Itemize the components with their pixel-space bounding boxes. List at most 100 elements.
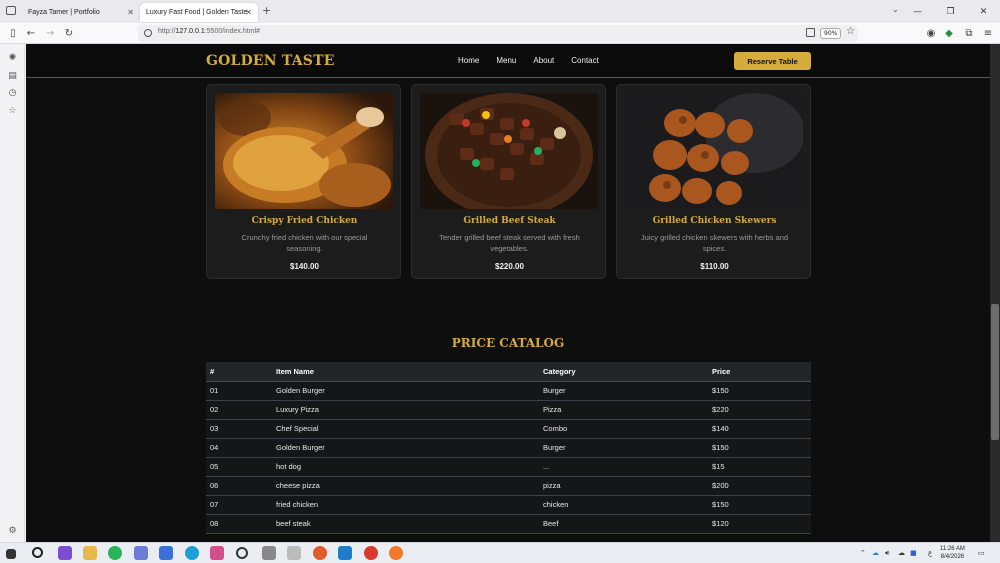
page-scrollbar[interactable]: [990, 44, 1000, 542]
store-icon[interactable]: [159, 546, 173, 560]
table-row: 08 beef steak Beef $120: [206, 514, 811, 534]
back-icon[interactable]: ←: [24, 26, 38, 40]
restore-icon[interactable]: ❐: [934, 0, 967, 23]
bookmarks-icon[interactable]: ☆: [7, 105, 18, 116]
card-price: $220.00: [495, 262, 524, 271]
sidebar-toggle-icon[interactable]: ▯: [6, 26, 20, 40]
header-category: Category: [539, 362, 708, 382]
cell-number: 04: [206, 438, 272, 458]
tab-portfolio[interactable]: Fayza Tamer | Portfolio ✕: [22, 3, 140, 22]
menu-contact-link[interactable]: Contact: [571, 56, 599, 65]
chevron-down-icon[interactable]: ⌄: [892, 5, 899, 14]
notepad-icon[interactable]: [134, 546, 148, 560]
browser-window: Fayza Tamer | Portfolio ✕ Luxury Fast Fo…: [0, 0, 1000, 563]
cell-item: Chef Special: [272, 419, 539, 439]
show-hidden-icons-icon[interactable]: ⌃: [860, 549, 866, 557]
new-tab-icon[interactable]: +: [262, 4, 271, 17]
onedrive-icon[interactable]: ☁: [872, 549, 879, 557]
cell-category: Combo: [539, 419, 708, 439]
table-row: 07 fried chicken chicken $150: [206, 495, 811, 515]
table-row: 02 Luxury Pizza Pizza $220: [206, 400, 811, 420]
browser-icon[interactable]: [313, 546, 327, 560]
notifications-icon[interactable]: ▭: [978, 549, 985, 557]
history-icon[interactable]: ◷: [7, 87, 18, 98]
card-description: Juicy grilled chicken skewers with herbs…: [640, 233, 789, 253]
tab-list-icon[interactable]: [6, 6, 16, 15]
tray-app-icon[interactable]: ■: [910, 549, 917, 557]
menu-home-link[interactable]: Home: [458, 56, 479, 65]
card-price: $110.00: [700, 262, 729, 271]
scrollbar-thumb[interactable]: [991, 304, 999, 440]
browser-sidebar: ✺ ▤ ◷ ☆ ⚙: [0, 44, 25, 542]
cell-category: Pizza: [539, 400, 708, 420]
visual-studio-icon[interactable]: [58, 546, 72, 560]
reload-icon[interactable]: ↻: [62, 26, 76, 40]
account-icon[interactable]: ◉: [924, 26, 938, 40]
edge-icon[interactable]: [185, 546, 199, 560]
cell-category: pizza: [539, 476, 708, 496]
price-catalog-table: # Item Name Category Price 01 Golden Burg…: [206, 362, 811, 534]
clock-time: 11:26 AM: [940, 546, 965, 552]
settings-gear-icon[interactable]: ⚙: [7, 525, 18, 536]
chrome-icon[interactable]: [364, 546, 378, 560]
cell-number: 07: [206, 495, 272, 515]
ai-chatbot-icon[interactable]: ✺: [7, 52, 18, 63]
navigation-bar: ▯ ← → ↻ http://127.0.0.1:5500/index.html…: [0, 23, 1000, 44]
cell-item: beef steak: [272, 514, 539, 534]
firefox-icon[interactable]: [389, 546, 403, 560]
cell-item: hot dog: [272, 457, 539, 477]
address-bar[interactable]: http://127.0.0.1:5500/index.html# 90% ☆: [138, 25, 858, 42]
bookmark-star-icon[interactable]: ☆: [846, 26, 855, 37]
menu-menu-link[interactable]: Menu: [496, 56, 516, 65]
cell-category: ...: [539, 457, 708, 477]
chatgpt-icon[interactable]: [236, 547, 248, 559]
forward-icon[interactable]: →: [43, 26, 57, 40]
terminal-icon[interactable]: [262, 546, 276, 560]
taskbar-clock[interactable]: 11:26 AM 8/4/2026: [940, 545, 965, 561]
synced-tabs-icon[interactable]: ▤: [7, 70, 18, 81]
cell-number: 06: [206, 476, 272, 496]
tab-strip: Fayza Tamer | Portfolio ✕ Luxury Fast Fo…: [0, 0, 1000, 23]
whatsapp-icon[interactable]: [108, 546, 122, 560]
reader-view-icon[interactable]: [806, 28, 815, 37]
extension-icon[interactable]: ◆: [942, 26, 956, 40]
close-tab-icon[interactable]: ✕: [127, 8, 134, 17]
minimize-icon[interactable]: —: [901, 0, 934, 23]
cell-category: Burger: [539, 381, 708, 401]
menu-icon[interactable]: ≡: [981, 26, 995, 40]
site-menu: Home Menu About Contact: [458, 56, 616, 65]
close-tab-icon[interactable]: ✕: [245, 8, 252, 17]
cell-category: Burger: [539, 438, 708, 458]
menu-card[interactable]: Grilled Chicken Skewers Juicy grilled ch…: [616, 84, 811, 279]
file-explorer-icon[interactable]: [83, 546, 97, 560]
cell-price: $220: [708, 400, 811, 420]
cell-price: $150: [708, 381, 811, 401]
card-description: Tender grilled beef steak served with fr…: [439, 233, 580, 253]
copilot-icon[interactable]: [210, 546, 224, 560]
cell-item: Golden Burger: [272, 438, 539, 458]
zoom-level[interactable]: 90%: [820, 28, 842, 39]
menu-about-link[interactable]: About: [533, 56, 554, 65]
cell-price: $120: [708, 514, 811, 534]
site-info-icon[interactable]: [144, 29, 152, 37]
card-title: Crispy Fried Chicken: [251, 216, 358, 226]
cell-item: Luxury Pizza: [272, 400, 539, 420]
extensions-puzzle-icon[interactable]: ⧉: [962, 26, 976, 40]
app-icon[interactable]: [287, 546, 301, 560]
search-icon[interactable]: [32, 547, 43, 558]
start-icon[interactable]: [6, 549, 16, 559]
tab-golden-taste[interactable]: Luxury Fast Food | Golden Taste ✕: [140, 3, 258, 22]
vscode-icon[interactable]: [338, 546, 352, 560]
card-title: Grilled Chicken Skewers: [652, 216, 777, 226]
menu-card[interactable]: Grilled Beef Steak Tender grilled beef s…: [411, 84, 606, 279]
network-icon[interactable]: ☁: [898, 549, 905, 557]
card-title: Grilled Beef Steak: [463, 216, 556, 226]
close-window-icon[interactable]: ✕: [967, 0, 1000, 23]
menu-card[interactable]: Crispy Fried Chicken Crunchy fried chick…: [206, 84, 401, 279]
site-logo[interactable]: GOLDEN TASTE: [206, 53, 335, 69]
language-icon[interactable]: ع: [928, 549, 932, 557]
window-controls: — ❐ ✕: [901, 0, 1000, 23]
reserve-table-button[interactable]: Reserve Table: [734, 52, 811, 70]
cell-number: 05: [206, 457, 272, 477]
volume-icon[interactable]: 🔊︎: [885, 549, 889, 558]
